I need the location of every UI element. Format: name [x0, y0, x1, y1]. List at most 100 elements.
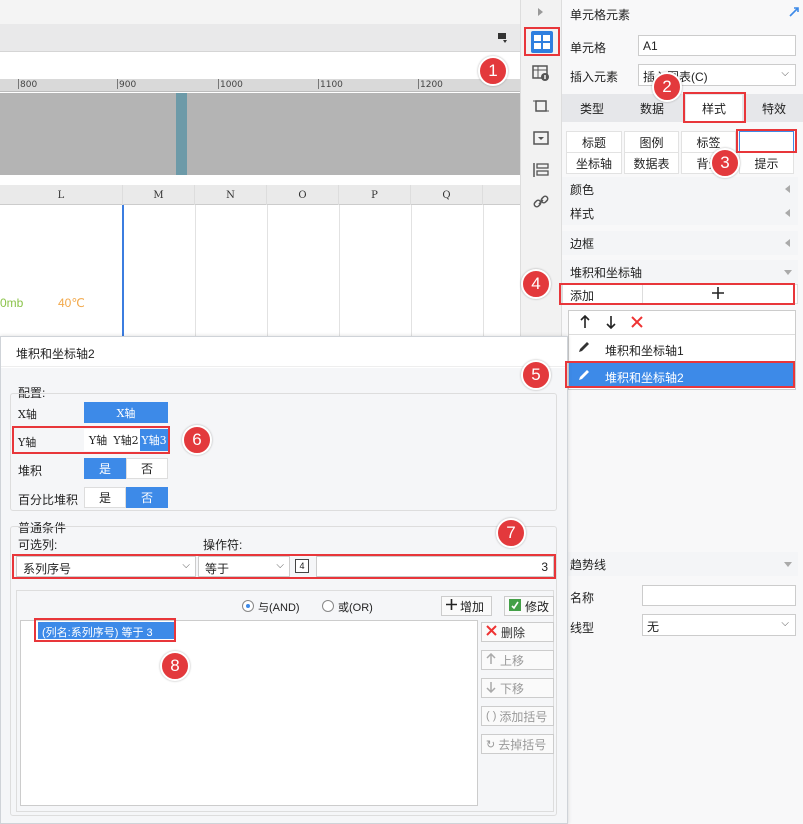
section-border[interactable]: 边框 — [562, 231, 798, 255]
delete-condition-button[interactable]: 删除 — [481, 622, 554, 642]
collapse-arrow-icon[interactable] — [537, 6, 545, 20]
column-header-m[interactable]: M — [123, 185, 195, 205]
selection-border — [122, 205, 124, 340]
line-type-select[interactable]: 无 ⌵ — [642, 614, 796, 636]
optional-column-select[interactable]: 系列序号 ⌵ — [16, 556, 196, 577]
column-header-p[interactable]: P — [339, 185, 411, 205]
and-label: 与(AND) — [258, 602, 300, 614]
top-gray-strip — [0, 0, 520, 24]
section-color-label: 颜色 — [570, 182, 595, 197]
remove-bracket-button[interactable]: ↻ 去掉括号 — [481, 734, 554, 754]
y-axis-1-button[interactable]: Y轴 — [84, 429, 112, 451]
section-stack-axis-label: 堆积和坐标轴 — [570, 265, 643, 280]
ruler-label: 1100 — [320, 80, 343, 90]
tab-type[interactable]: 类型 — [562, 94, 622, 122]
step-badge-4: 4 — [521, 269, 551, 299]
widget-frame-icon[interactable] — [530, 95, 552, 117]
stack-yes-button[interactable]: 是 — [84, 458, 126, 479]
remove-bracket-label: 去掉括号 — [498, 737, 547, 752]
section-stack-axis[interactable]: 堆积和坐标轴 — [562, 260, 798, 284]
column-header-q[interactable]: Q — [411, 185, 483, 205]
step-badge-5: 5 — [521, 360, 551, 390]
section-color[interactable]: 颜色 — [562, 177, 798, 201]
trend-name-input[interactable] — [642, 585, 796, 606]
condition-item[interactable]: (列名:系列序号) 等于 3 — [38, 622, 174, 639]
subtab-series[interactable]: 系列 — [739, 131, 794, 153]
column-header-n[interactable]: N — [195, 185, 267, 205]
chart-resize-handle[interactable] — [176, 93, 187, 175]
delete-x-icon — [486, 625, 497, 639]
report-block-icon[interactable] — [530, 159, 552, 181]
modify-condition-label: 修改 — [525, 599, 550, 614]
move-up-button[interactable]: 上移 — [481, 650, 554, 670]
column-header-l[interactable]: L — [0, 185, 123, 205]
tab-style[interactable]: 样式 — [686, 95, 742, 121]
add-condition-label: 增加 — [460, 599, 485, 614]
operator-select[interactable]: 等于 ⌵ — [198, 556, 290, 577]
operator-value: 等于 — [205, 562, 230, 576]
chevron-down-icon: ⌵ — [781, 68, 789, 79]
modify-icon — [508, 598, 522, 615]
section-trend[interactable]: 趋势线 — [562, 552, 798, 576]
subtab-datatable[interactable]: 数据表 — [624, 152, 679, 174]
arrow-down-icon — [486, 681, 496, 696]
subtab-tooltip[interactable]: 提示 — [739, 152, 794, 174]
y-axis-label: Y轴 — [18, 436, 37, 449]
collapse-arrow-icon — [784, 562, 792, 567]
edit-pencil-icon[interactable] — [577, 340, 591, 357]
y-axis-3-button[interactable]: Y轴3 — [140, 429, 168, 451]
grid-line — [195, 205, 196, 340]
ruler-label: 1200 — [420, 80, 443, 90]
add-bracket-button[interactable]: ( ) 添加括号 — [481, 706, 554, 726]
stack-no-button[interactable]: 否 — [126, 458, 168, 479]
step-badge-3: 3 — [710, 148, 740, 178]
optional-column-value: 系列序号 — [23, 562, 72, 576]
percent-yes-button[interactable]: 是 — [84, 487, 126, 508]
tab-effect[interactable]: 特效 — [745, 94, 803, 122]
bracket-icon: ( ) — [486, 710, 497, 722]
y-axis-2-button[interactable]: Y轴2 — [112, 429, 140, 451]
or-radio[interactable] — [322, 600, 334, 612]
right-panel — [562, 0, 803, 824]
value-input[interactable]: 3 — [316, 556, 554, 577]
chevron-down-icon: ⌵ — [781, 618, 789, 629]
dropdown-widget-icon[interactable] — [530, 127, 552, 149]
step-badge-2: 2 — [652, 72, 682, 102]
section-style[interactable]: 样式 — [562, 201, 798, 225]
delete-x-icon[interactable] — [631, 316, 643, 331]
x-axis-button[interactable]: X轴 — [84, 402, 168, 423]
add-row[interactable] — [562, 284, 798, 304]
percent-stack-label: 百分比堆积 — [18, 493, 79, 507]
subtab-legend[interactable]: 图例 — [624, 131, 679, 153]
modify-condition-button[interactable]: 修改 — [504, 596, 554, 616]
toolbar-menu-icon[interactable] — [497, 32, 509, 44]
sheet-grid[interactable] — [0, 205, 520, 340]
pin-icon[interactable] — [788, 6, 800, 21]
add-condition-button[interactable]: 增加 — [441, 596, 492, 616]
remove-bracket-icon: ↻ — [486, 738, 496, 751]
move-down-icon[interactable] — [606, 315, 616, 332]
value-type-icon[interactable]: 4 — [295, 559, 309, 573]
line-type-label: 线型 — [570, 621, 595, 635]
percent-no-button[interactable]: 否 — [126, 487, 168, 508]
line-type-value: 无 — [647, 620, 660, 634]
canvas-gap — [0, 52, 520, 79]
move-up-icon[interactable] — [580, 314, 590, 332]
edit-pencil-icon[interactable] — [577, 368, 591, 385]
column-header-o[interactable]: O — [267, 185, 339, 205]
add-plus-icon[interactable] — [712, 287, 724, 302]
subtab-title[interactable]: 标题 — [566, 131, 622, 153]
hyperlink-icon[interactable] — [530, 191, 552, 213]
cell-attribute-icon[interactable] — [530, 62, 552, 84]
operator-label: 操作符: — [203, 538, 243, 552]
subtab-axis[interactable]: 坐标轴 — [566, 152, 622, 174]
cell-element-icon[interactable] — [531, 31, 553, 53]
plus-icon — [446, 599, 457, 613]
grid-line — [483, 205, 484, 340]
chart-preview-area — [0, 93, 520, 175]
move-down-button[interactable]: 下移 — [481, 678, 554, 698]
chevron-down-icon: ⌵ — [276, 560, 284, 571]
cell-input[interactable]: A1 — [638, 35, 796, 56]
and-radio[interactable] — [242, 600, 254, 612]
grid-line — [411, 205, 412, 340]
